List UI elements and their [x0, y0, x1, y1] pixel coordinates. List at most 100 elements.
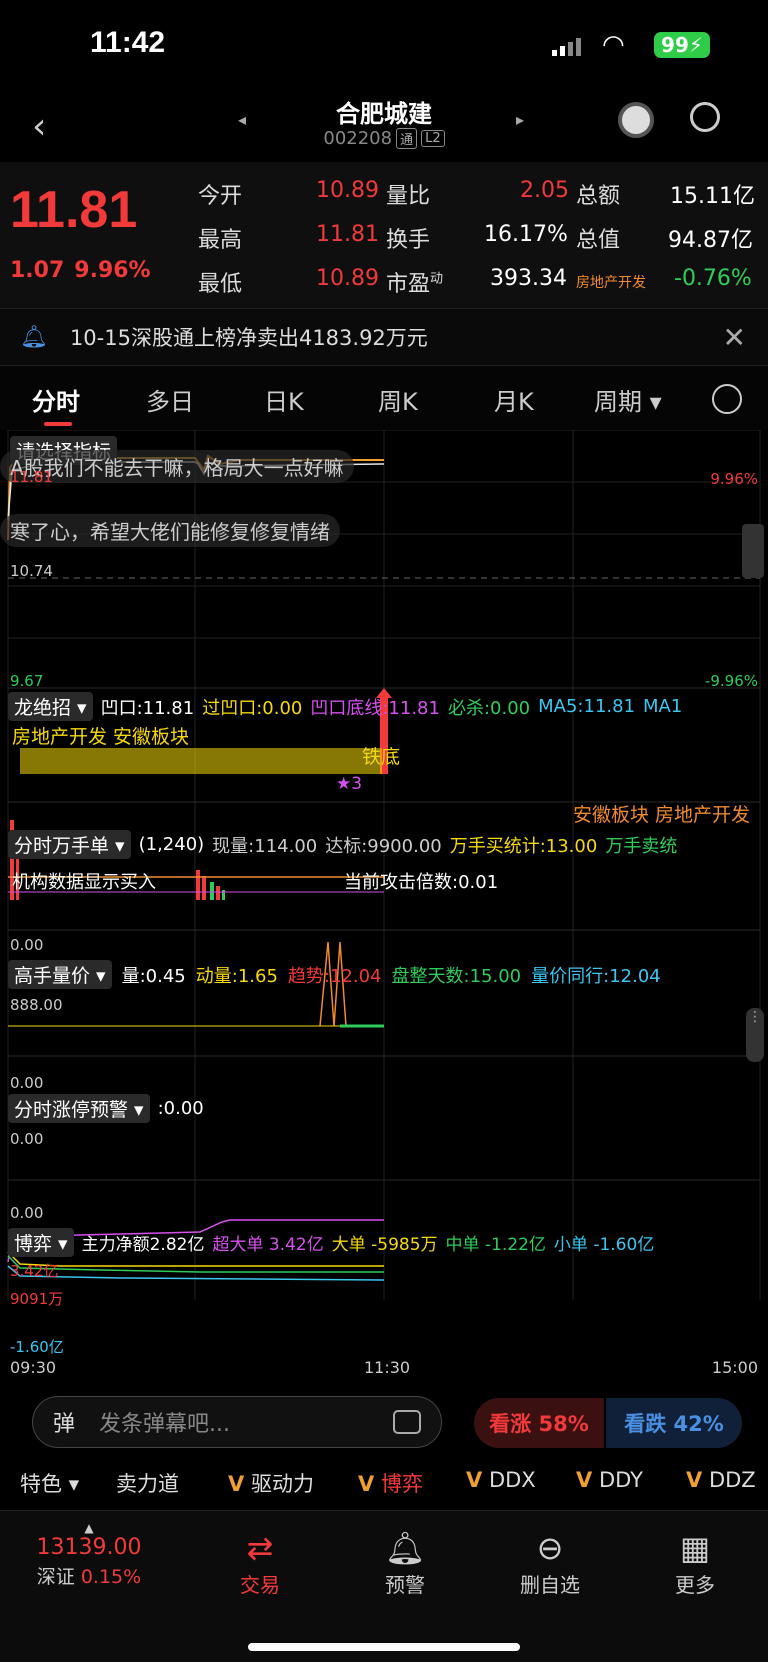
tab-intraday[interactable]: 分时 [32, 382, 80, 417]
low-value: 10.89 [316, 266, 379, 291]
news-banner[interactable]: 🔔︎ 10-15深股通上榜净卖出4183.92万元 ✕ [0, 308, 768, 366]
search-icon[interactable] [690, 102, 720, 132]
index-name: 深证 [36, 1566, 75, 1588]
mktcap-label: 总值 [576, 228, 621, 253]
high-value: 11.81 [316, 222, 379, 247]
time-axis-start: 09:30 [10, 1358, 57, 1377]
tab-monthly-k[interactable]: 月K [494, 382, 534, 417]
signal-icon [552, 38, 582, 56]
prev-stock-icon[interactable]: ◂ [238, 110, 246, 129]
panel1-select[interactable]: 龙绝招 ▾ [8, 692, 93, 721]
panel1-name: 龙绝招 [14, 697, 72, 719]
index-ticker[interactable]: ▲ 13139.00 深证 0.15% [14, 1521, 164, 1589]
indicator-boyi-label: 博弈 [380, 1472, 423, 1496]
tong-badge: 通 [396, 128, 418, 149]
indicator-ddy[interactable]: V DDY [576, 1468, 643, 1492]
change-value: 1.07 [10, 258, 65, 283]
panel5-da: 大单 -5985万 [331, 1235, 438, 1255]
panel-boyi-header: 博弈 ▾ 主力净额2.82亿 超大单 3.42亿 大单 -5985万 中单 -1… [8, 1228, 654, 1257]
panel5-xiao: 小单 -1.60亿 [553, 1235, 655, 1255]
panel1-bisha: 必杀:0.00 [447, 697, 531, 719]
danmaku-input[interactable]: 弹 发条弹幕吧... [32, 1396, 442, 1448]
bottom-nav: ▲ 13139.00 深证 0.15% ⇄ 交易 🔔︎ 预警 ⊖ 删自选 ▦ 更… [0, 1510, 768, 1662]
nav-trade-label: 交易 [240, 1573, 280, 1597]
panel1-di: 凹口底线:11.81 [310, 697, 440, 719]
panel5-y1: 3.42亿 [10, 1262, 59, 1280]
indicator-tese-label: 特色 [20, 1472, 62, 1496]
panel2-gongji: 当前攻击倍数:0.01 [344, 872, 499, 893]
panel5-chaoda: 超大单 3.42亿 [212, 1235, 324, 1255]
trade-icon: ⇄ [246, 1529, 274, 1567]
panel3-select[interactable]: 高手量价 ▾ [8, 960, 112, 989]
minus-circle-icon: ⊖ [536, 1529, 564, 1567]
panel3-y-bot: 0.00 [10, 1074, 44, 1092]
news-text[interactable]: 10-15深股通上榜净卖出4183.92万元 [70, 322, 428, 352]
turnover-label: 换手 [386, 228, 431, 253]
panel2-dabiao: 达标:9900.00 [325, 835, 442, 857]
medium-line [7, 1255, 384, 1273]
indicator-qudong[interactable]: V 驱动力 [228, 1468, 314, 1498]
indicator-maili[interactable]: 卖力道 [116, 1468, 179, 1498]
small-line [7, 1265, 385, 1281]
active-tab-indicator [44, 422, 72, 426]
close-icon[interactable]: ✕ [723, 321, 746, 354]
panel1-ma5: MA5:11.81 [538, 696, 636, 717]
nav-more[interactable]: ▦ 更多 [645, 1529, 745, 1598]
time-axis-mid: 11:30 [364, 1358, 411, 1377]
settings-icon[interactable] [712, 384, 742, 414]
danmaku-settings-icon[interactable] [393, 1410, 421, 1434]
low-label: 最低 [198, 272, 243, 297]
tab-period[interactable]: 周期 ▾ [594, 382, 662, 417]
amount-label: 总额 [576, 184, 621, 209]
indicator-boyi[interactable]: V 博弈 [358, 1468, 423, 1498]
indicator-bar: 特色 ▾ 卖力道 V 驱动力 V 博弈 V DDX V DDY V DDZ [0, 1462, 768, 1506]
turnover-value: 16.17% [484, 222, 568, 247]
panel2-params: (1,240) [138, 834, 205, 855]
panel4-select[interactable]: 分时涨停预警 ▾ [8, 1094, 150, 1123]
nav-alert[interactable]: 🔔︎ 预警 [355, 1529, 455, 1598]
panel5-zhuli: 主力净额2.82亿 [81, 1235, 205, 1255]
mascot-icon[interactable] [618, 102, 654, 138]
tab-daily-k[interactable]: 日K [264, 382, 304, 417]
pe-superscript: 动 [430, 271, 444, 287]
bear-vote-label: 看跌 42% [624, 1412, 724, 1436]
panel3-panzheng: 盘整天数:15.00 [391, 965, 522, 987]
next-stock-icon[interactable]: ▸ [516, 110, 524, 129]
indicator-ddx[interactable]: V DDX [466, 1468, 536, 1492]
panel2-select[interactable]: 分时万手单 ▾ [8, 830, 131, 859]
price-axis-top: 11.81 [10, 468, 53, 486]
panel1-guo: 过凹口:0.00 [202, 697, 303, 719]
clock: 11:42 [90, 26, 166, 59]
panel5-select[interactable]: 博弈 ▾ [8, 1228, 74, 1257]
panel2-name: 分时万手单 [14, 835, 110, 857]
price-change: 1.07 9.96% [10, 258, 151, 283]
battery-icon: 99 ⚡ [654, 32, 710, 58]
danmaku-placeholder: 发条弹幕吧... [99, 1412, 230, 1437]
panel2-sell: 万手卖统 [605, 835, 678, 857]
pct-axis-bot: -9.96% [704, 672, 758, 690]
panel5-y3: -1.60亿 [10, 1338, 64, 1356]
indicator-ddz[interactable]: V DDZ [686, 1468, 756, 1492]
tab-weekly-k[interactable]: 周K [378, 382, 418, 417]
indicator-tese[interactable]: 特色 ▾ [20, 1468, 79, 1498]
index-value: 13139.00 [36, 1535, 142, 1560]
panel4-val: :0.00 [157, 1098, 204, 1119]
bull-vote-label: 看涨 58% [489, 1412, 589, 1436]
panel3-qushi: 趋势:12.04 [287, 965, 382, 987]
danmaku-2: 寒了心，希望大佬们能修复修复情绪 [0, 514, 340, 547]
nav-trade[interactable]: ⇄ 交易 [210, 1529, 310, 1598]
l2-badge: L2 [421, 130, 445, 147]
panel-wanshou-header: 分时万手单 ▾ (1,240) 现量:114.00 达标:9900.00 万手买… [8, 830, 677, 859]
danmaku-toggle[interactable]: 弹 [53, 1406, 75, 1438]
tab-multiday[interactable]: 多日 [146, 382, 194, 417]
side-handle[interactable] [742, 524, 764, 578]
indicator-qudong-label: 驱动力 [250, 1472, 314, 1496]
bull-vote-button[interactable]: 看涨 58% [474, 1398, 604, 1448]
bear-vote-button[interactable]: 看跌 42% [606, 1398, 742, 1448]
nav-remove-watchlist[interactable]: ⊖ 删自选 [500, 1529, 600, 1598]
indicator-ddz-label: DDZ [708, 1468, 756, 1492]
panel4-y-top: 0.00 [10, 1130, 44, 1148]
more-dots-icon[interactable]: ⋮ [746, 1008, 764, 1062]
danmaku-1: A股我们不能去干嘛，格局大一点好嘛 [0, 450, 354, 483]
sector-name[interactable]: 房地产开发 [576, 272, 646, 292]
